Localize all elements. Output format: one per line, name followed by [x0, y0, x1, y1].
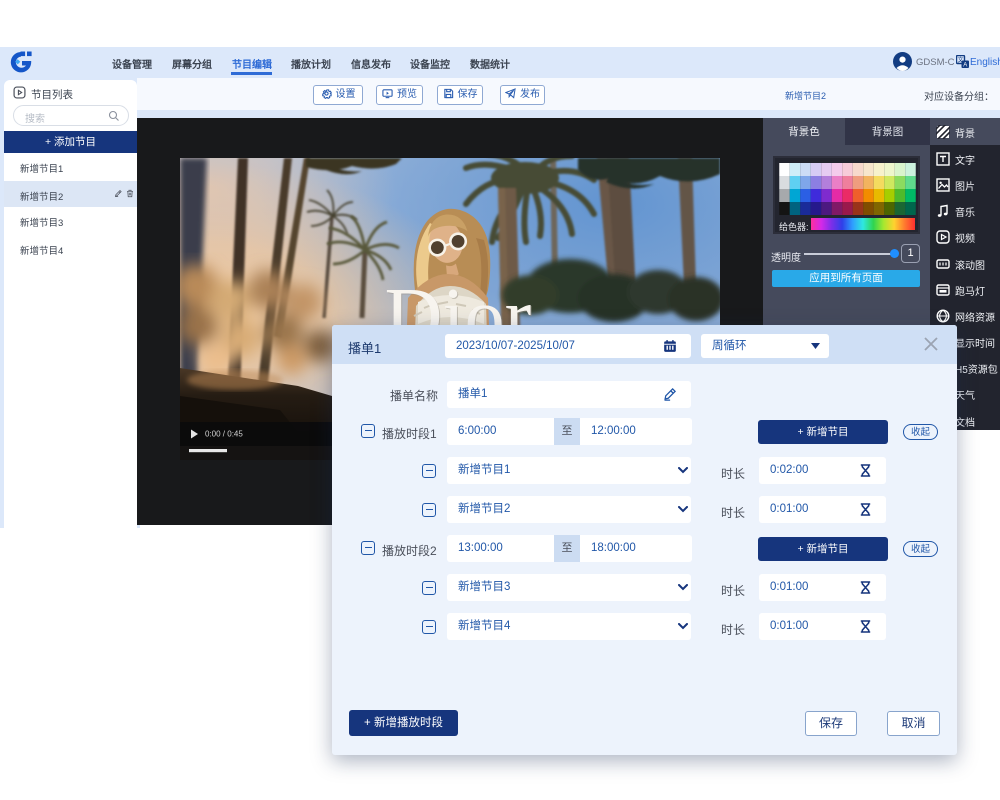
svg-text:0:00 / 0:45: 0:00 / 0:45 [205, 430, 243, 439]
svg-text:A: A [963, 63, 967, 69]
